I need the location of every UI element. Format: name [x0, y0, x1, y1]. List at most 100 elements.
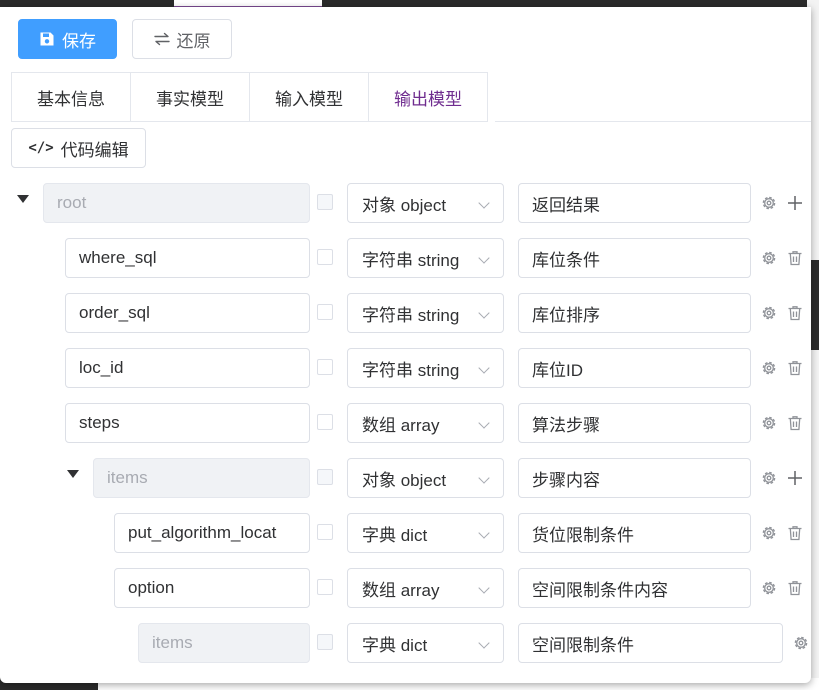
field-type-select[interactable]: 字符串 string: [347, 293, 504, 333]
field-type-select[interactable]: 字符串 string: [347, 238, 504, 278]
save-button[interactable]: 保存: [18, 19, 117, 59]
field-name-input[interactable]: steps: [65, 403, 310, 443]
tab-bar: 基本信息 事实模型 输入模型 输出模型: [11, 72, 488, 122]
restore-button-label: 还原: [176, 31, 211, 51]
chevron-down-icon: [478, 362, 490, 374]
add-child-plus-icon[interactable]: [786, 469, 804, 487]
settings-gear-icon[interactable]: [760, 194, 778, 212]
field-type-value: 字符串 string: [362, 360, 460, 380]
field-name-input: items: [138, 623, 310, 663]
schema-row: loc_id 字符串 string 库位ID: [0, 348, 811, 388]
swap-icon: [153, 32, 170, 46]
restore-button[interactable]: 还原: [132, 19, 232, 59]
field-type-value: 数组 array: [362, 415, 440, 435]
tab-fact-model[interactable]: 事实模型: [130, 72, 250, 122]
field-description-input[interactable]: 算法步骤: [518, 403, 751, 443]
field-name-input[interactable]: put_algorithm_locat: [114, 513, 310, 553]
field-description-input[interactable]: 库位条件: [518, 238, 751, 278]
field-type-select[interactable]: 对象 object: [347, 183, 504, 223]
delete-trash-icon[interactable]: [786, 579, 804, 597]
required-checkbox[interactable]: [317, 359, 333, 375]
tab-input-model[interactable]: 输入模型: [249, 72, 369, 122]
save-button-label: 保存: [62, 31, 96, 51]
field-type-value: 字符串 string: [362, 305, 460, 325]
field-type-value: 字符串 string: [362, 250, 460, 270]
field-name-input[interactable]: loc_id: [65, 348, 310, 388]
settings-gear-icon[interactable]: [760, 579, 778, 597]
required-checkbox[interactable]: [317, 414, 333, 430]
field-type-select[interactable]: 对象 object: [347, 458, 504, 498]
schema-row: where_sql 字符串 string 库位条件: [0, 238, 811, 278]
chevron-down-icon: [478, 637, 490, 649]
tab-label: 事实模型: [156, 89, 224, 109]
settings-gear-icon[interactable]: [760, 249, 778, 267]
required-checkbox[interactable]: [317, 249, 333, 265]
settings-gear-icon[interactable]: [760, 359, 778, 377]
schema-row: root 对象 object 返回结果: [0, 183, 811, 223]
add-child-plus-icon[interactable]: [786, 194, 804, 212]
delete-trash-icon[interactable]: [786, 249, 804, 267]
tab-basic-info[interactable]: 基本信息: [11, 72, 131, 122]
chevron-down-icon: [478, 472, 490, 484]
field-type-value: 字典 dict: [362, 635, 428, 655]
chevron-down-icon: [478, 307, 490, 319]
required-checkbox[interactable]: [317, 469, 333, 485]
settings-gear-icon[interactable]: [760, 524, 778, 542]
schema-row: order_sql 字符串 string 库位排序: [0, 293, 811, 333]
tab-label: 输出模型: [394, 89, 462, 109]
required-checkbox[interactable]: [317, 579, 333, 595]
field-description-input[interactable]: 空间限制条件内容: [518, 568, 751, 608]
required-checkbox[interactable]: [317, 194, 333, 210]
field-type-value: 数组 array: [362, 580, 440, 600]
settings-gear-icon[interactable]: [760, 414, 778, 432]
tab-label: 基本信息: [37, 89, 105, 109]
schema-row: steps 数组 array 算法步骤: [0, 403, 811, 443]
schema-row: items 对象 object 步骤内容: [0, 458, 811, 498]
field-description-input[interactable]: 库位排序: [518, 293, 751, 333]
field-name-input[interactable]: option: [114, 568, 310, 608]
chevron-down-icon: [478, 417, 490, 429]
required-checkbox[interactable]: [317, 524, 333, 540]
field-description-input[interactable]: 货位限制条件: [518, 513, 751, 553]
chevron-down-icon: [478, 582, 490, 594]
settings-gear-icon[interactable]: [760, 304, 778, 322]
chevron-down-icon: [478, 527, 490, 539]
field-type-select[interactable]: 数组 array: [347, 403, 504, 443]
field-type-value: 字典 dict: [362, 525, 428, 545]
field-name-input: items: [93, 458, 310, 498]
field-type-value: 对象 object: [362, 470, 447, 490]
delete-trash-icon[interactable]: [786, 304, 804, 322]
expand-caret-icon[interactable]: [67, 470, 79, 478]
field-type-select[interactable]: 字符串 string: [347, 348, 504, 388]
field-description-input[interactable]: 库位ID: [518, 348, 751, 388]
field-description-input[interactable]: 返回结果: [518, 183, 751, 223]
code-edit-label: 代码编辑: [60, 140, 129, 160]
tab-output-model[interactable]: 输出模型: [368, 72, 488, 122]
expand-caret-icon[interactable]: [17, 195, 29, 203]
tab-label: 输入模型: [275, 89, 343, 109]
chevron-down-icon: [478, 197, 490, 209]
chevron-down-icon: [478, 252, 490, 264]
required-checkbox[interactable]: [317, 304, 333, 320]
tab-divider: [495, 121, 811, 122]
delete-trash-icon[interactable]: [786, 524, 804, 542]
code-edit-button[interactable]: </> 代码编辑: [11, 128, 146, 168]
field-description-input[interactable]: 步骤内容: [518, 458, 751, 498]
delete-trash-icon[interactable]: [786, 359, 804, 377]
field-type-select[interactable]: 字典 dict: [347, 513, 504, 553]
field-type-select[interactable]: 字典 dict: [347, 623, 504, 663]
code-icon: </>: [28, 140, 54, 156]
settings-gear-icon[interactable]: [792, 634, 810, 652]
field-type-value: 对象 object: [362, 195, 447, 215]
settings-gear-icon[interactable]: [760, 469, 778, 487]
field-name-input[interactable]: order_sql: [65, 293, 310, 333]
field-description-input[interactable]: 空间限制条件: [518, 623, 783, 663]
schema-row: put_algorithm_locat 字典 dict 货位限制条件: [0, 513, 811, 553]
schema-row: option 数组 array 空间限制条件内容: [0, 568, 811, 608]
field-name-input[interactable]: where_sql: [65, 238, 310, 278]
schema-row: items 字典 dict 空间限制条件: [0, 623, 811, 663]
delete-trash-icon[interactable]: [786, 414, 804, 432]
required-checkbox[interactable]: [317, 634, 333, 650]
field-type-select[interactable]: 数组 array: [347, 568, 504, 608]
save-icon: [40, 32, 54, 46]
